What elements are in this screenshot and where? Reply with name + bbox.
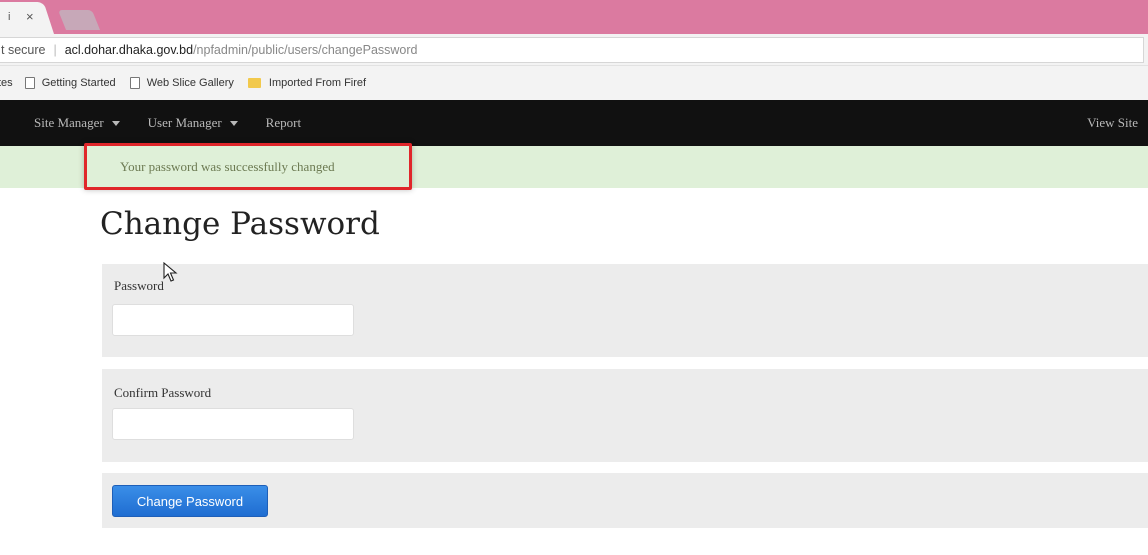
page-icon: [24, 77, 35, 89]
page-icon: [129, 77, 140, 89]
browser-tab-content: i ×: [0, 8, 50, 28]
security-indicator[interactable]: t secure: [0, 43, 45, 57]
tab-title: i: [8, 11, 11, 23]
nav-label: Site Manager: [34, 115, 104, 130]
bookmark-label: Web Slice Gallery: [146, 77, 234, 89]
nav-report[interactable]: Report: [266, 115, 301, 131]
bookmark-label: Getting Started: [41, 77, 116, 89]
bookmarks-bar: tes Getting Started Web Slice Gallery Im…: [0, 66, 1148, 100]
nav-label: Report: [265, 115, 302, 130]
url-path: /npfadmin/public/users/changePassword: [193, 43, 418, 57]
page-title: Change Password: [100, 206, 380, 242]
nav-user-manager[interactable]: User Manager: [148, 115, 238, 131]
password-label: Password: [114, 278, 164, 293]
nav-site-manager[interactable]: Site Manager: [34, 115, 120, 131]
bookmark-imported-folder[interactable]: Imported From Firef: [247, 77, 367, 89]
address-bar: t secure | acl.dohar.dhaka.gov.bd /npfad…: [0, 34, 1148, 66]
new-tab-button[interactable]: [57, 10, 101, 30]
bookmark-label: tes: [0, 77, 13, 89]
bookmark-apps[interactable]: tes: [0, 77, 13, 89]
password-input[interactable]: [112, 304, 354, 336]
site-navbar: Site Manager User Manager Report View Si…: [0, 100, 1148, 146]
password-group: Password: [102, 264, 1148, 357]
nav-label: User Manager: [147, 115, 222, 130]
view-site-link[interactable]: View Site: [1087, 115, 1138, 131]
caret-down-icon: [229, 120, 238, 126]
mouse-cursor-icon: [163, 262, 178, 282]
url-host: acl.dohar.dhaka.gov.bd: [64, 43, 194, 57]
form-actions: Change Password: [102, 473, 1148, 528]
confirm-password-label: Confirm Password: [114, 385, 212, 400]
tab-close-icon[interactable]: ×: [26, 9, 34, 24]
bookmark-web-slice-gallery[interactable]: Web Slice Gallery: [129, 77, 234, 89]
confirm-password-group: Confirm Password: [102, 369, 1148, 462]
confirm-password-input[interactable]: [112, 408, 354, 440]
url-field[interactable]: t secure | acl.dohar.dhaka.gov.bd /npfad…: [0, 37, 1144, 63]
bookmark-label: Imported From Firef: [268, 77, 367, 89]
annotation-highlight-box: [84, 143, 412, 190]
browser-tabstrip: i ×: [0, 0, 1148, 34]
change-password-button[interactable]: Change Password: [112, 485, 268, 517]
folder-icon: [247, 78, 261, 88]
caret-down-icon: [111, 120, 120, 126]
bookmark-getting-started[interactable]: Getting Started: [24, 77, 116, 89]
address-separator: |: [53, 43, 57, 57]
